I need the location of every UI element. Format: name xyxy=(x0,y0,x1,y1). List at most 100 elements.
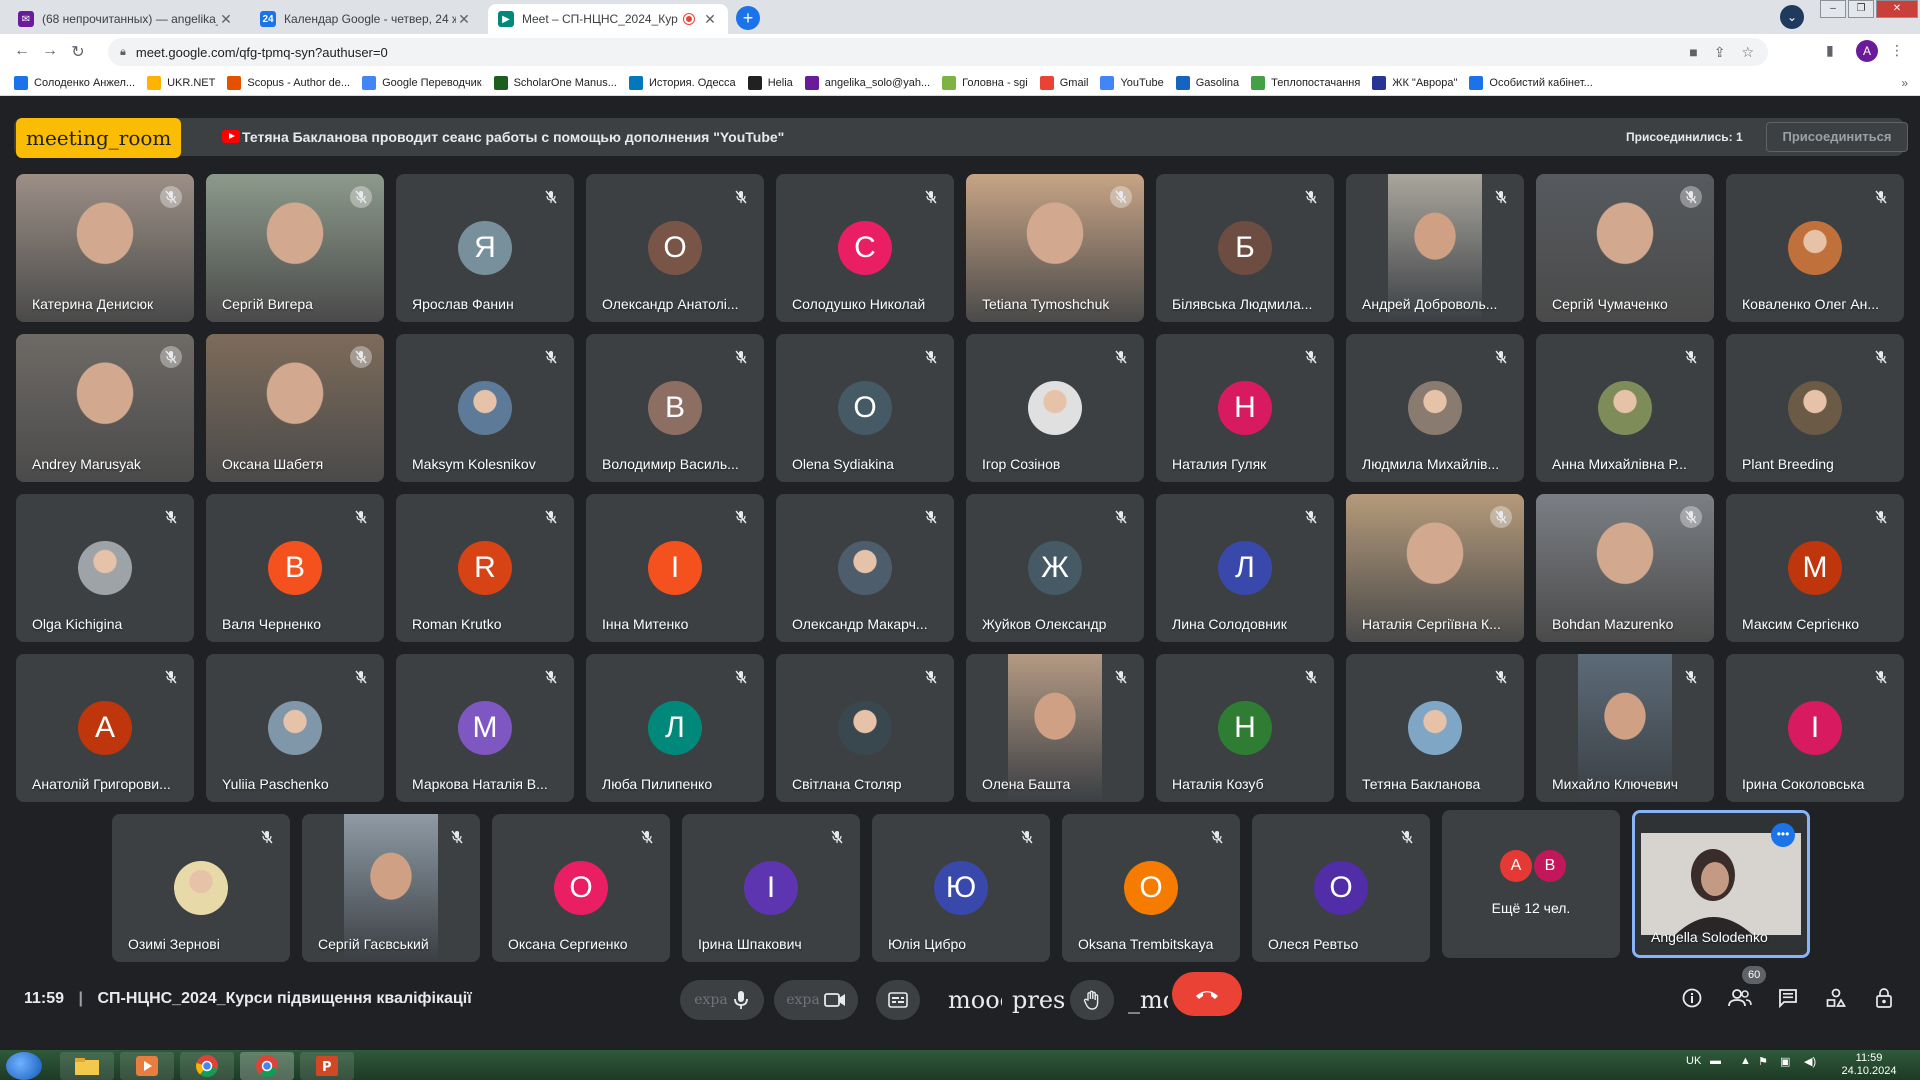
bookmark-item[interactable]: История. Одесса xyxy=(628,75,736,90)
volume-icon[interactable]: ◀) xyxy=(1804,1055,1816,1068)
participant-tile[interactable]: Катерина Денисюк xyxy=(16,174,194,322)
tab-meet[interactable]: ▶ Meet – СП-НЦНС_2024_Кур ✕ xyxy=(488,4,728,34)
raise-hand-button[interactable] xyxy=(1070,980,1114,1020)
participant-tile[interactable]: Ігор Созінов xyxy=(966,334,1144,482)
url-field[interactable]: 🔒︎ meet.google.com/qfg-tpmq-syn?authuser… xyxy=(108,38,1768,66)
participant-tile[interactable]: Л Лина Солодовник xyxy=(1156,494,1334,642)
participant-tile[interactable]: Н Наталія Козуб xyxy=(1156,654,1334,802)
participant-tile[interactable]: Plant Breeding xyxy=(1726,334,1904,482)
reload-icon[interactable]: ↻ xyxy=(64,42,92,62)
participant-tile[interactable]: Михайло Ключевич xyxy=(1536,654,1714,802)
participant-tile[interactable]: І Ірина Шпакович xyxy=(682,814,860,962)
participant-tile[interactable]: Сергій Чумаченко xyxy=(1536,174,1714,322)
participant-tile[interactable]: С Солодушко Николай xyxy=(776,174,954,322)
microphone-button[interactable]: expa xyxy=(680,980,764,1020)
participant-tile[interactable]: Yuliia Paschenko xyxy=(206,654,384,802)
share-icon[interactable]: ⇪ xyxy=(1714,44,1726,61)
media-player-icon[interactable] xyxy=(120,1052,174,1080)
participant-tile[interactable]: Сергій Вигера xyxy=(206,174,384,322)
participant-tile[interactable]: Tetiana Tymoshchuk xyxy=(966,174,1144,322)
participant-tile[interactable]: Тетяна Бакланова xyxy=(1346,654,1524,802)
participant-tile[interactable]: М Маркова Наталія В... xyxy=(396,654,574,802)
chat-icon[interactable] xyxy=(1772,982,1804,1014)
tab-mail[interactable]: ✉ (68 непрочитанных) — angelika_ ✕ xyxy=(8,4,244,34)
more-participants-tile[interactable]: А В Ещё 12 чел. xyxy=(1442,810,1620,958)
mood-icon[interactable]: mooc xyxy=(948,980,1002,1020)
meeting-details-icon[interactable] xyxy=(1676,982,1708,1014)
participant-tile[interactable]: Людмила Михайлів... xyxy=(1346,334,1524,482)
bookmark-item[interactable]: Головна - sgi xyxy=(942,75,1028,90)
bookmark-item[interactable]: YouTube xyxy=(1100,75,1164,90)
leave-call-button[interactable] xyxy=(1172,972,1242,1016)
bookmark-item[interactable]: Google Переводчик xyxy=(362,75,482,90)
close-tab-icon[interactable]: ✕ xyxy=(456,11,472,28)
participant-tile[interactable]: Коваленко Олег Ан... xyxy=(1726,174,1904,322)
chrome-menu-icon[interactable]: ⋮ xyxy=(1890,42,1904,59)
keyboard-icon[interactable]: ▬ xyxy=(1710,1055,1721,1067)
camera-icon[interactable]: ■ xyxy=(1689,44,1697,61)
participant-tile[interactable]: О Олександр Анатолі... xyxy=(586,174,764,322)
participant-tile[interactable]: І Інна Митенко xyxy=(586,494,764,642)
bookmark-star-icon[interactable]: ☆ xyxy=(1741,44,1754,61)
tab-calendar[interactable]: 24 Календар Google - четвер, 24 жо ✕ xyxy=(250,4,482,34)
new-tab-button[interactable]: + xyxy=(736,6,760,30)
participant-tile[interactable]: Світлана Столяр xyxy=(776,654,954,802)
bookmark-item[interactable]: Теплопостачання xyxy=(1251,75,1360,90)
participant-tile[interactable]: Н Наталия Гуляк xyxy=(1156,334,1334,482)
participant-tile[interactable]: O Oksana Trembitskaya xyxy=(1062,814,1240,962)
maximize-icon[interactable]: ❐ xyxy=(1848,0,1874,18)
participant-tile[interactable]: Андрей Доброволь... xyxy=(1346,174,1524,322)
participant-tile[interactable]: Олександр Макарч... xyxy=(776,494,954,642)
bookmark-item[interactable]: angelika_solo@yah... xyxy=(804,75,930,90)
flag-icon[interactable]: ⚑ xyxy=(1758,1055,1768,1068)
start-button-icon[interactable] xyxy=(6,1052,42,1080)
minimize-icon[interactable]: – xyxy=(1820,0,1846,18)
participant-tile[interactable]: Bohdan Mazurenko xyxy=(1536,494,1714,642)
bookmark-item[interactable]: Scopus - Author de... xyxy=(227,75,350,90)
bookmark-item[interactable]: Helia xyxy=(747,75,793,90)
participant-tile[interactable]: Б Білявська Людмила... xyxy=(1156,174,1334,322)
bookmark-item[interactable]: ScholarOne Manus... xyxy=(493,75,617,90)
participant-tile[interactable]: Озимі Зернові xyxy=(112,814,290,962)
forward-icon[interactable]: → xyxy=(36,42,64,62)
participant-tile[interactable]: Я Ярослав Фанин xyxy=(396,174,574,322)
more-options-icon[interactable]: ••• xyxy=(1771,823,1795,847)
participant-tile[interactable]: O Olena Sydiakina xyxy=(776,334,954,482)
join-button[interactable]: Присоединиться xyxy=(1766,122,1908,152)
participant-tile[interactable]: І Ірина Соколовська xyxy=(1726,654,1904,802)
participant-tile[interactable]: Наталія Сергіївна К... xyxy=(1346,494,1524,642)
tray-arrow-icon[interactable]: ▲ xyxy=(1740,1055,1751,1067)
system-clock[interactable]: 11:59 24.10.2024 xyxy=(1834,1052,1904,1078)
network-icon[interactable]: ▣ xyxy=(1780,1055,1790,1068)
participant-tile[interactable]: В Валя Черненко xyxy=(206,494,384,642)
bookmark-item[interactable]: UKR.NET xyxy=(147,75,215,90)
participant-tile[interactable]: Maksym Kolesnikov xyxy=(396,334,574,482)
participant-tile[interactable]: О Олеся Ревтьо xyxy=(1252,814,1430,962)
close-tab-icon[interactable]: ✕ xyxy=(702,11,718,28)
captions-button[interactable] xyxy=(876,980,920,1020)
bookmark-item[interactable]: Gmail xyxy=(1039,75,1088,90)
participant-tile[interactable]: R Roman Krutko xyxy=(396,494,574,642)
self-tile[interactable]: ••• Angella Solodenko xyxy=(1632,810,1810,958)
close-tab-icon[interactable]: ✕ xyxy=(218,11,234,28)
profile-avatar[interactable]: A xyxy=(1856,40,1878,62)
explorer-icon[interactable] xyxy=(60,1052,114,1080)
activities-icon[interactable] xyxy=(1820,982,1852,1014)
participant-tile[interactable]: Ю Юлія Цибро xyxy=(872,814,1050,962)
participant-tile[interactable]: Olga Kichigina xyxy=(16,494,194,642)
participant-tile[interactable]: В Володимир Василь... xyxy=(586,334,764,482)
participant-tile[interactable]: Оксана Шабетя xyxy=(206,334,384,482)
bookmark-item[interactable]: Солоденко Анжел... xyxy=(14,75,135,90)
participant-tile[interactable]: Ж Жуйков Олександр xyxy=(966,494,1144,642)
tab-search-icon[interactable]: ⌄ xyxy=(1780,5,1804,29)
participant-tile[interactable]: О Оксана Сергиенко xyxy=(492,814,670,962)
bookmark-item[interactable]: Gasolina xyxy=(1175,75,1239,90)
close-window-icon[interactable]: ✕ xyxy=(1876,0,1918,18)
people-icon[interactable] xyxy=(1724,982,1756,1014)
back-icon[interactable]: ← xyxy=(8,42,36,62)
participant-tile[interactable]: Сергій Гаєвський xyxy=(302,814,480,962)
chrome-icon[interactable] xyxy=(180,1052,234,1080)
participant-tile[interactable]: М Максим Сергієнко xyxy=(1726,494,1904,642)
bookmarks-overflow-icon[interactable]: » xyxy=(1901,76,1908,90)
participant-tile[interactable]: А Анатолій Григорови... xyxy=(16,654,194,802)
